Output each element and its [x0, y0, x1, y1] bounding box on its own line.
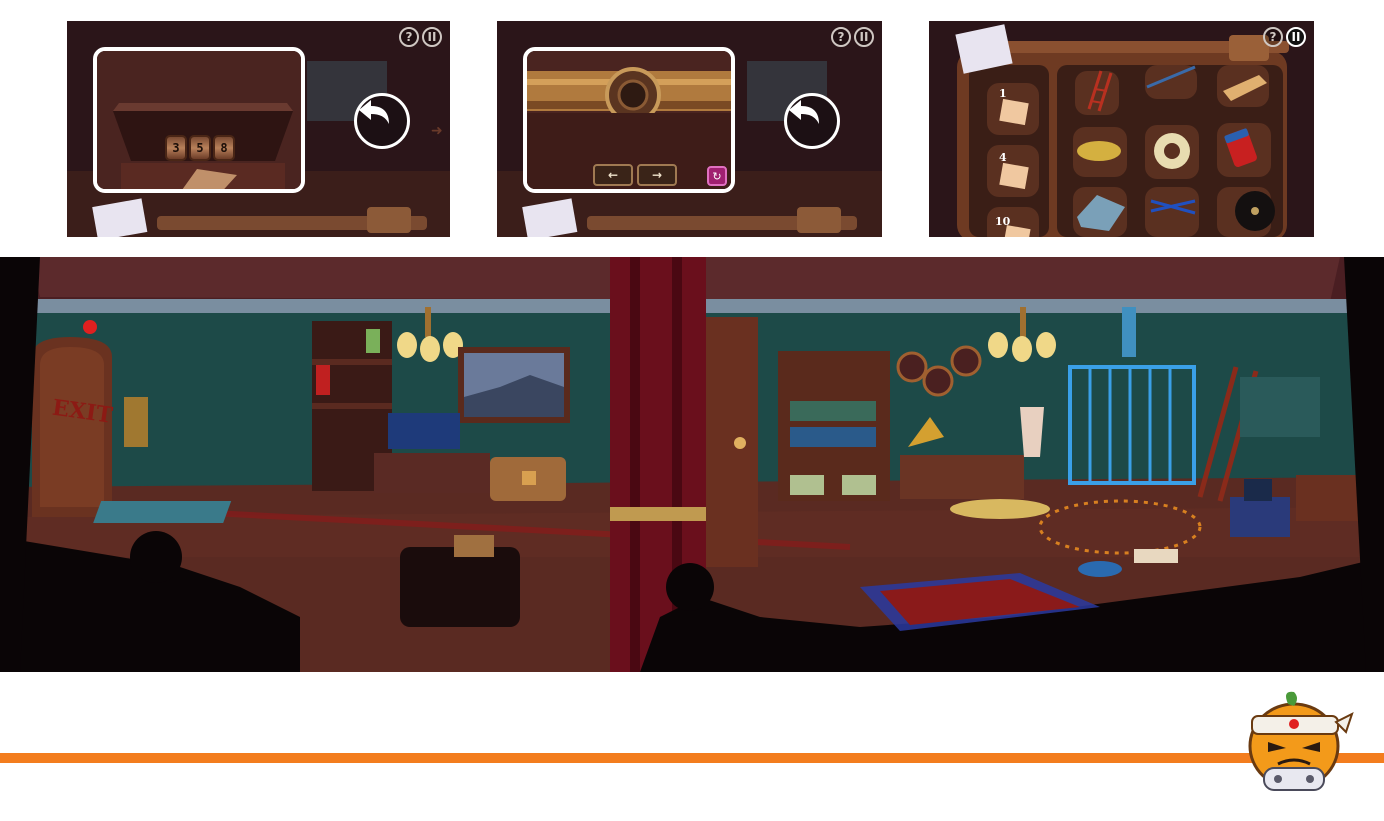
- battery-box[interactable]: [1244, 479, 1272, 501]
- open-book[interactable]: [1134, 549, 1178, 563]
- side-cabinet: [1296, 475, 1366, 521]
- help-button[interactable]: ?: [831, 27, 851, 47]
- lock-popup: 3 5 8: [93, 47, 305, 193]
- svg-text:➜: ➜: [431, 123, 443, 139]
- orange-mascot-logo: [1248, 691, 1354, 791]
- floor-rug: [93, 501, 232, 523]
- help-button[interactable]: ?: [1263, 27, 1283, 47]
- paper-note-icon: [999, 162, 1029, 190]
- cheese-on-floor[interactable]: [950, 499, 1050, 519]
- thumbnail-inventory: ? II 1 4 10: [929, 21, 1314, 237]
- room-illustration: EXIT: [0, 257, 1384, 672]
- dial-left-button[interactable]: ←: [593, 164, 633, 186]
- drawer-left[interactable]: [790, 475, 824, 495]
- combination-digits: 3 5 8: [165, 135, 235, 161]
- back-button[interactable]: [354, 93, 410, 149]
- paper-note-icon: [1003, 225, 1031, 237]
- dial-reset-button[interactable]: ↻: [707, 166, 727, 186]
- brand-stripe: [0, 753, 1384, 763]
- inventory-note-slot-3[interactable]: 10: [987, 207, 1039, 237]
- keypad-panel[interactable]: [124, 397, 148, 447]
- alarm-light[interactable]: [83, 320, 97, 334]
- back-arrow-icon: [789, 100, 819, 124]
- inventory-note-slot-2[interactable]: 4: [987, 145, 1039, 197]
- lock-box-art: [97, 51, 301, 189]
- combination-wheel-2[interactable]: 5: [189, 135, 211, 161]
- hud-controls: ? II: [1263, 27, 1306, 47]
- pause-button[interactable]: II: [854, 27, 874, 47]
- aquarium[interactable]: [1240, 377, 1320, 437]
- low-cabinet: [374, 453, 490, 493]
- wardrobe[interactable]: [706, 317, 758, 567]
- mannequin[interactable]: [1020, 407, 1044, 457]
- hud-controls: ? II: [399, 27, 442, 47]
- portrait-2[interactable]: [922, 365, 954, 397]
- back-arrow-icon: [359, 100, 389, 124]
- exit-door[interactable]: EXIT: [32, 337, 115, 517]
- portrait-1[interactable]: [896, 351, 928, 383]
- thumbnail-lock-puzzle: ➜ ? II 3 5 8: [67, 21, 450, 237]
- game-scene: EXIT: [0, 257, 1384, 672]
- page: ➜ ? II 3 5 8 ? II ← → ↻ ? II 1 4 10 EXIT: [0, 0, 1384, 821]
- dial-right-button[interactable]: →: [637, 164, 677, 186]
- thumbnail-dial-puzzle: ? II ← → ↻: [497, 21, 882, 237]
- blue-crates[interactable]: [388, 413, 460, 449]
- pause-button[interactable]: II: [1286, 27, 1306, 47]
- hud-controls: ? II: [831, 27, 874, 47]
- dial-popup: ← → ↻: [523, 47, 735, 193]
- green-jar[interactable]: [366, 329, 380, 353]
- dresser: [900, 455, 1024, 499]
- blue-stool: [1230, 497, 1290, 537]
- inventory-note-slot-1[interactable]: 1: [987, 83, 1039, 135]
- red-jar[interactable]: [316, 365, 330, 395]
- back-button[interactable]: [784, 93, 840, 149]
- pause-button[interactable]: II: [422, 27, 442, 47]
- blue-bowl[interactable]: [1078, 561, 1122, 577]
- combination-wheel-1[interactable]: 3: [165, 135, 187, 161]
- paper-note-icon: [999, 98, 1029, 126]
- portrait-3[interactable]: [950, 345, 982, 377]
- drawer-right[interactable]: [842, 475, 876, 495]
- suitcase[interactable]: [400, 547, 520, 627]
- combination-wheel-3[interactable]: 8: [213, 135, 235, 161]
- help-button[interactable]: ?: [399, 27, 419, 47]
